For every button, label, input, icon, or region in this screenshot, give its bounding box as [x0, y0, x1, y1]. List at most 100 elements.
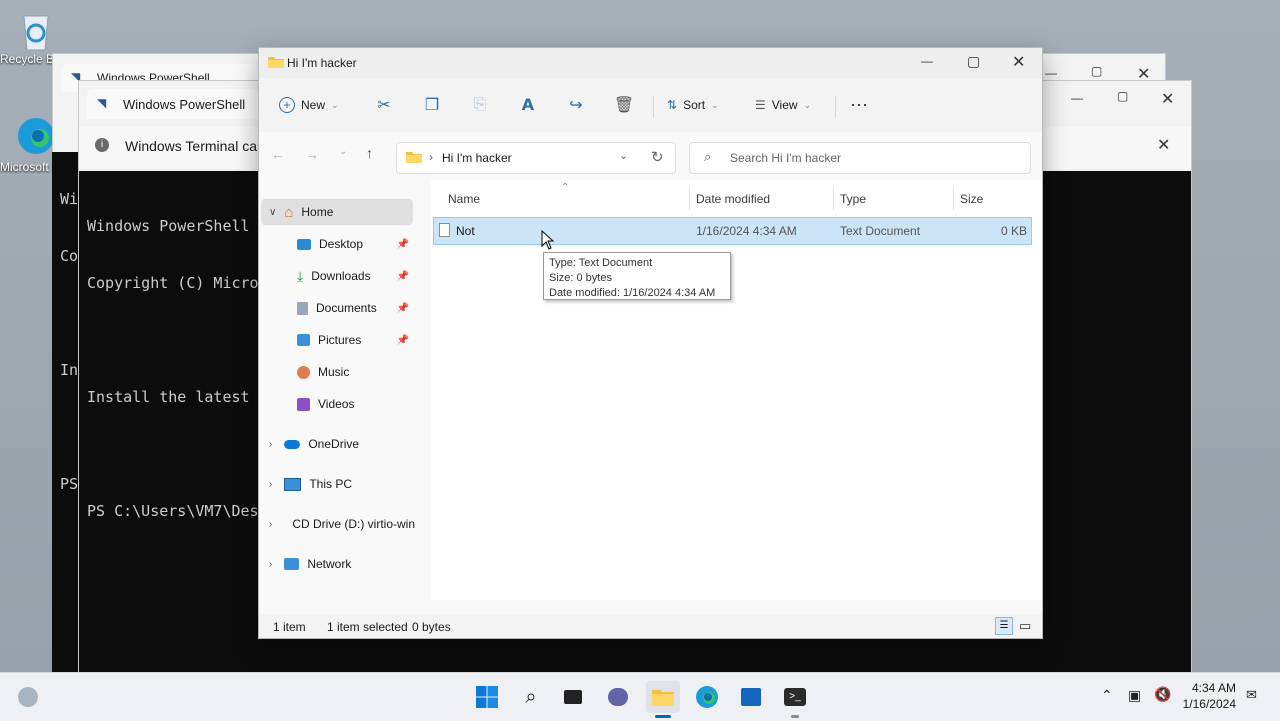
- file-type: Text Document: [840, 224, 921, 238]
- plus-icon: +: [279, 97, 295, 113]
- expand-chevron-icon[interactable]: ›: [269, 479, 272, 490]
- chevron-down-icon[interactable]: ⌄: [619, 149, 628, 162]
- pin-icon[interactable]: 📌: [397, 303, 409, 314]
- command-bar: + New ⌄ ✂ ❐ ⎘ 𝗔 ↪ 🗑 ⇅ Sort ⌄ ☰ View ⌄ ⋯: [259, 78, 1042, 133]
- nav-item-downloads[interactable]: ⤓ Downloads 📌: [297, 263, 415, 289]
- mouse-cursor-icon: [541, 230, 555, 250]
- chevron-up-icon[interactable]: ⌃: [1101, 687, 1113, 704]
- status-bar: 1 item 1 item selected 0 bytes ☰ ▭: [259, 614, 1042, 638]
- expand-chevron-icon[interactable]: ›: [269, 519, 272, 530]
- sort-button[interactable]: ⇅ Sort ⌄: [659, 89, 727, 121]
- view-button[interactable]: ☰ View ⌄: [747, 89, 819, 121]
- widgets-icon[interactable]: [18, 687, 38, 707]
- back-arrow-icon[interactable]: ←: [271, 146, 285, 162]
- file-explorer-taskbar-icon[interactable]: [646, 681, 680, 718]
- file-size: 0 KB: [1000, 224, 1027, 238]
- nav-item-pictures[interactable]: Pictures 📌: [297, 327, 415, 353]
- search-taskbar-icon[interactable]: ⌕: [514, 681, 548, 713]
- edge-taskbar-icon[interactable]: [690, 681, 724, 713]
- nav-item-network[interactable]: › Network: [269, 551, 415, 577]
- more-options-icon[interactable]: ⋯: [843, 89, 875, 121]
- title-bar[interactable]: Hi I'm hacker — ▢ ✕: [259, 48, 1042, 78]
- forward-arrow-icon[interactable]: →: [305, 146, 319, 162]
- recycle-bin-icon: [16, 8, 56, 51]
- clock-date[interactable]: 1/16/2024: [1180, 697, 1236, 711]
- windows-logo-icon: [476, 686, 498, 708]
- refresh-icon[interactable]: ↻: [651, 148, 664, 166]
- nav-item-music[interactable]: Music: [297, 359, 415, 385]
- column-header-name[interactable]: Name: [448, 192, 480, 206]
- maximize-icon[interactable]: ▢: [967, 53, 980, 70]
- maximize-icon[interactable]: ▢: [1117, 89, 1128, 103]
- tab-powershell[interactable]: ◥ Windows PowerShell: [87, 89, 259, 119]
- start-button[interactable]: [470, 681, 504, 713]
- up-arrow-icon[interactable]: ↑: [366, 145, 373, 161]
- chevron-down-icon: ⌄: [331, 99, 339, 110]
- network-icon: [284, 558, 300, 570]
- volume-icon[interactable]: 🔇: [1154, 686, 1171, 703]
- maximize-icon[interactable]: ▢: [1091, 64, 1102, 78]
- nav-item-videos[interactable]: Videos: [297, 391, 415, 417]
- column-header-type[interactable]: Type: [840, 192, 866, 206]
- pin-icon[interactable]: 📌: [397, 271, 409, 282]
- column-header-date[interactable]: Date modified: [696, 192, 770, 206]
- folder-icon: [405, 150, 423, 167]
- column-header-size[interactable]: Size: [960, 192, 983, 206]
- paste-icon[interactable]: ⎘: [464, 89, 496, 121]
- network-status-icon[interactable]: ▣: [1128, 687, 1141, 704]
- file-row[interactable]: Not 1/16/2024 4:34 AM Text Document 0 KB: [433, 217, 1032, 245]
- view-icon: ☰: [755, 98, 766, 112]
- selection-count: 1 item selected: [327, 620, 408, 634]
- download-icon: ⤓: [297, 267, 304, 284]
- folder-icon: [267, 55, 285, 72]
- minimize-icon[interactable]: —: [1045, 66, 1057, 80]
- copy-icon[interactable]: ❐: [416, 89, 448, 121]
- breadcrumb[interactable]: Hi I'm hacker: [442, 151, 512, 165]
- minimize-icon[interactable]: —: [1071, 91, 1083, 105]
- nav-item-this-pc[interactable]: › This PC: [269, 471, 415, 497]
- rename-icon[interactable]: 𝗔: [512, 89, 544, 121]
- delete-icon[interactable]: 🗑: [608, 89, 640, 121]
- text-file-icon: [439, 223, 450, 237]
- task-view-icon[interactable]: [556, 681, 590, 713]
- taskbar: ⌕ >_ ⌃ ▣ 🔇 4:34 AM 1/16/2024 ✉: [0, 672, 1280, 721]
- notifications-icon[interactable]: ✉: [1246, 687, 1257, 703]
- nav-item-home[interactable]: ∨ ⌂ Home: [261, 199, 413, 225]
- pin-icon[interactable]: 📌: [397, 335, 409, 346]
- share-icon[interactable]: ↪: [560, 89, 592, 121]
- close-info-icon[interactable]: ✕: [1157, 135, 1170, 155]
- nav-item-onedrive[interactable]: › OneDrive: [269, 431, 415, 457]
- tiles-view-icon[interactable]: ▭: [1019, 618, 1031, 634]
- search-box[interactable]: ⌕ Search Hi I'm hacker: [689, 142, 1031, 174]
- address-bar[interactable]: › Hi I'm hacker ⌄ ↻: [396, 142, 676, 174]
- expand-chevron-icon[interactable]: ›: [269, 439, 272, 450]
- recent-chevron-icon[interactable]: ⌄: [339, 146, 347, 157]
- nav-item-desktop[interactable]: Desktop 📌: [297, 231, 415, 257]
- item-count: 1 item: [273, 620, 306, 634]
- store-taskbar-icon[interactable]: [734, 681, 768, 713]
- teams-chat-icon[interactable]: [601, 681, 635, 713]
- details-view-icon[interactable]: ☰: [995, 617, 1013, 635]
- expand-chevron-icon[interactable]: ›: [269, 559, 272, 570]
- file-list[interactable]: ⌃ Name Date modified Type Size Not 1/16/…: [431, 180, 1042, 600]
- cloud-icon: [284, 439, 301, 449]
- minimize-icon[interactable]: —: [921, 54, 933, 68]
- documents-icon: [297, 301, 308, 315]
- cut-icon[interactable]: ✂: [368, 89, 400, 121]
- computer-icon: [284, 477, 302, 491]
- edge-label: Microsoft Edge: [0, 160, 52, 174]
- sort-ascending-icon: ⌃: [561, 182, 570, 193]
- close-icon[interactable]: ✕: [1161, 89, 1174, 109]
- file-name: Not: [456, 224, 475, 238]
- new-button[interactable]: + New ⌄: [271, 89, 347, 121]
- powershell-icon: ◥: [97, 96, 107, 110]
- clock-time[interactable]: 4:34 AM: [1184, 681, 1236, 695]
- nav-item-cd-drive[interactable]: › CD Drive (D:) virtio-win: [269, 511, 415, 537]
- file-tooltip: Type: Text Document Size: 0 bytes Date m…: [543, 252, 731, 300]
- pin-icon[interactable]: 📌: [397, 239, 409, 250]
- recycle-bin-label: Recycle Bin: [0, 52, 52, 66]
- close-icon[interactable]: ✕: [1012, 52, 1025, 72]
- nav-item-documents[interactable]: Documents 📌: [297, 295, 415, 321]
- expand-chevron-icon[interactable]: ∨: [269, 207, 276, 218]
- terminal-taskbar-icon[interactable]: >_: [778, 681, 812, 718]
